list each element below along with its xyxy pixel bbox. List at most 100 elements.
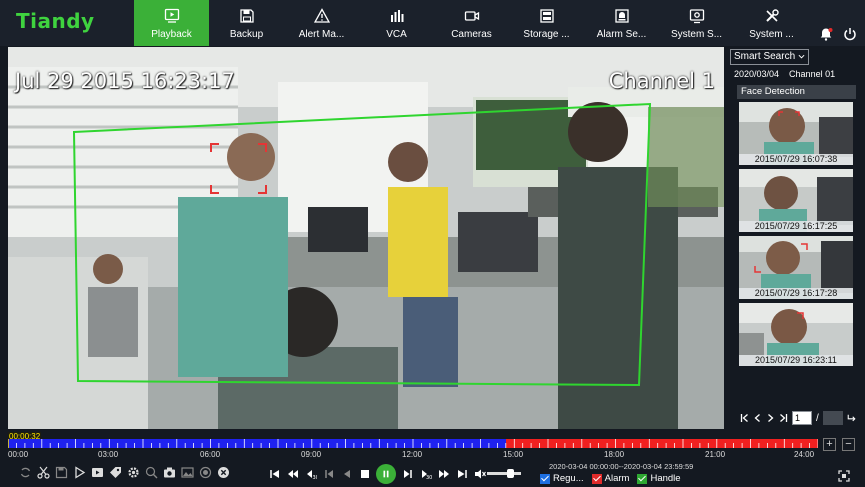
chart-icon <box>390 10 403 22</box>
smart-search-panel: Smart Search 2020/03/04 Channel 01 Face … <box>728 47 865 431</box>
stop-icon[interactable] <box>358 468 371 481</box>
legend-label: Handle <box>650 473 681 484</box>
next-page-icon[interactable] <box>766 412 775 424</box>
result-time: 2015/07/29 16:07:38 <box>739 154 853 165</box>
timeline-label: 12:00 <box>402 450 423 459</box>
nav-alarm-settings[interactable]: Alarm Se... <box>584 0 659 46</box>
result-time: 2015/07/29 16:17:25 <box>739 221 853 232</box>
nav-label: Storage ... <box>523 29 570 40</box>
timeline-label: 06:00 <box>200 450 221 459</box>
volume-slider[interactable] <box>487 469 521 478</box>
fast-forward-icon[interactable] <box>437 468 450 481</box>
bell-icon[interactable] <box>819 27 833 41</box>
nav-system-settings[interactable]: System S... <box>659 0 734 46</box>
video-player[interactable]: Jul 29 2015 16:23:17 Channel 1 <box>8 47 724 429</box>
legend-handle[interactable]: Handle <box>637 473 681 484</box>
face-result-item[interactable]: 2015/07/29 16:23:11 <box>739 303 853 366</box>
timeline-label: 21:00 <box>705 450 726 459</box>
result-time: 2015/07/29 16:17:28 <box>739 288 853 299</box>
nav-cameras[interactable]: Cameras <box>434 0 509 46</box>
nav-label: Playback <box>151 29 192 40</box>
nav-label: VCA <box>386 29 407 40</box>
nav-system-maintenance[interactable]: System ... <box>734 0 809 46</box>
timeline-label: 09:00 <box>301 450 322 459</box>
frame-forward-icon[interactable] <box>401 468 414 481</box>
svg-text:30: 30 <box>312 475 317 480</box>
tag-icon[interactable] <box>108 465 122 479</box>
step-forward-30s-icon[interactable]: 30 <box>419 468 432 481</box>
nav-label: Alert Ma... <box>298 29 345 40</box>
last-page-icon[interactable] <box>779 412 788 424</box>
face-result-item[interactable]: 2015/07/29 16:17:28 <box>739 236 853 299</box>
brand-logo: Tiandy <box>16 9 95 33</box>
timeline-label: 15:00 <box>503 450 524 459</box>
nav-playback[interactable]: Playback <box>134 0 209 46</box>
fullscreen-icon[interactable] <box>838 470 850 482</box>
top-navigation-bar: Tiandy Playback Backup Alert Ma... VCA C… <box>0 0 865 46</box>
osd-channel-label: Channel 1 <box>608 69 715 93</box>
settings-icon[interactable] <box>126 465 140 479</box>
result-category-header: Face Detection <box>737 85 856 99</box>
timeline-label: 03:00 <box>98 450 119 459</box>
image-icon[interactable] <box>180 465 194 479</box>
sync-icon[interactable] <box>18 465 32 479</box>
search-date: 2020/03/04 <box>734 69 780 79</box>
record-icon[interactable] <box>198 465 212 479</box>
save-clip-icon[interactable] <box>54 465 68 479</box>
scissors-icon[interactable] <box>36 465 50 479</box>
zoom-in-icon[interactable] <box>144 465 158 479</box>
face-results-list: 2015/07/29 16:07:38 2015/07/29 16:17:25 … <box>739 102 853 370</box>
system-settings-icon <box>689 9 704 24</box>
nav-alert-management[interactable]: Alert Ma... <box>284 0 359 46</box>
go-to-page-icon[interactable] <box>847 412 856 424</box>
nav-label: System S... <box>670 29 723 40</box>
frame-back-icon[interactable] <box>322 468 335 481</box>
nav-storage[interactable]: Storage ... <box>509 0 584 46</box>
regular-checkbox[interactable] <box>540 473 550 484</box>
legend-label: Alarm <box>604 473 630 484</box>
search-time-range: 2020-03-04 00:00:00--2020-03-04 23:59:59 <box>549 462 694 471</box>
alarm-checkbox[interactable] <box>591 473 602 484</box>
record-type-legend: Regu... Alarm Handle <box>540 473 681 484</box>
timeline-labels: 00:00 03:00 06:00 09:00 12:00 15:00 18:0… <box>8 450 818 460</box>
nav-label: System ... <box>749 29 794 40</box>
play-clip-icon[interactable] <box>72 465 86 479</box>
nav-vca[interactable]: VCA <box>359 0 434 46</box>
power-icon[interactable] <box>843 27 857 41</box>
search-channel: Channel 01 <box>789 69 836 79</box>
nav-backup[interactable]: Backup <box>209 0 284 46</box>
alert-icon <box>313 8 330 23</box>
clip-tools <box>18 465 230 479</box>
nav-label: Backup <box>229 29 264 40</box>
skip-end-icon[interactable] <box>455 468 468 481</box>
step-back-30s-icon[interactable]: 30 <box>304 468 317 481</box>
legend-alarm[interactable]: Alarm <box>591 473 630 484</box>
search-mode-select[interactable]: Smart Search <box>730 49 809 65</box>
handle-checkbox[interactable] <box>637 473 648 484</box>
zoom-out-button[interactable]: − <box>842 438 855 451</box>
page-number-input[interactable]: 1 <box>792 411 812 425</box>
face-result-item[interactable]: 2015/07/29 16:17:25 <box>739 169 853 232</box>
main-nav: Playback Backup Alert Ma... VCA Cameras … <box>134 0 809 46</box>
close-icon[interactable] <box>216 465 230 479</box>
snapshot-icon[interactable] <box>162 465 176 479</box>
nav-label: Alarm Se... <box>596 29 647 40</box>
result-time: 2015/07/29 16:23:11 <box>739 355 853 366</box>
face-result-item[interactable]: 2015/07/29 16:07:38 <box>739 102 853 165</box>
pause-button[interactable] <box>376 464 396 484</box>
page-total-field <box>822 411 843 425</box>
timeline-ticks <box>8 439 818 448</box>
volume-icon[interactable] <box>473 468 486 481</box>
timeline-label: 18:00 <box>604 450 625 459</box>
legend-regular[interactable]: Regu... <box>540 473 584 484</box>
skip-start-icon[interactable] <box>268 468 281 481</box>
alarm-settings-icon <box>614 9 629 23</box>
playback-timeline[interactable]: 00:00:32 00:00 03:00 06:00 09:00 12:00 1… <box>8 432 818 460</box>
folder-play-icon[interactable] <box>90 465 104 479</box>
first-page-icon[interactable] <box>740 412 749 424</box>
fast-rewind-icon[interactable] <box>286 468 299 481</box>
zoom-in-button[interactable]: + <box>823 438 836 451</box>
prev-page-icon[interactable] <box>753 412 762 424</box>
reverse-play-icon[interactable] <box>340 468 353 481</box>
nav-label: Cameras <box>451 29 492 40</box>
